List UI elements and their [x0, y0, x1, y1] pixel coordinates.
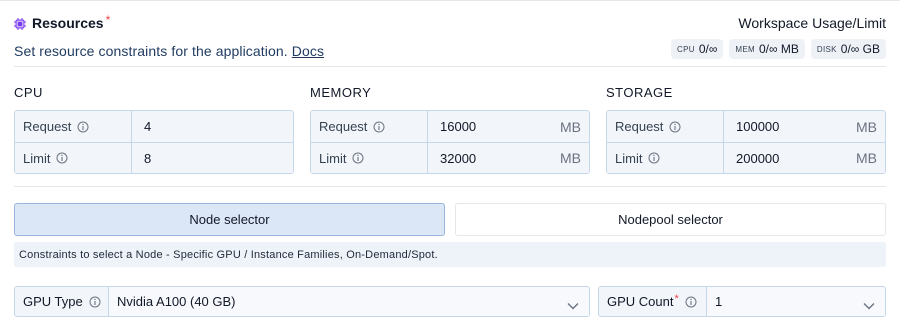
mem-usage-badge: MEM 0/∞ MB — [729, 39, 805, 59]
memory-request-input[interactable]: 16000 MB — [428, 111, 589, 142]
usage-title: Workspace Usage/Limit — [738, 15, 886, 31]
memory-title: MEMORY — [310, 85, 372, 100]
tab-node-selector[interactable]: Node selector — [14, 203, 445, 236]
info-icon[interactable] — [56, 152, 68, 164]
memory-box: Request 16000 MB Limit 32000 MB — [310, 110, 590, 174]
gpu-count-value: 1 — [715, 294, 723, 309]
storage-limit-input[interactable]: 200000 MB — [724, 143, 885, 173]
chevron-down-icon[interactable] — [567, 298, 579, 309]
gpu-type-value-cell[interactable]: Nvidia A100 (40 GB) — [109, 287, 589, 316]
cpu-usage-badge: CPU 0/∞ — [671, 39, 724, 59]
usage-badges: CPU 0/∞ MEM 0/∞ MB DISK 0/∞ GB — [671, 39, 886, 59]
storage-limit-unit: MB — [856, 150, 877, 166]
cpu-limit-input[interactable]: 8 — [132, 143, 293, 173]
storage-title: STORAGE — [606, 85, 673, 100]
memory-limit-row: Limit 32000 MB — [311, 142, 589, 173]
badge-label: MEM — [735, 44, 755, 54]
section-header: Resources * Set resource constraints for… — [14, 13, 324, 59]
cpu-limit-value: 8 — [144, 150, 152, 166]
memory-group: MEMORY Request 16000 MB Limit 32000 MB — [310, 85, 590, 174]
cpu-request-value: 4 — [144, 119, 152, 134]
request-label-cell: Request — [15, 111, 132, 142]
required-marker: * — [674, 292, 679, 305]
request-label: Request — [615, 119, 664, 134]
resources-panel: Resources * Set resource constraints for… — [0, 0, 900, 322]
storage-request-unit: MB — [856, 118, 877, 135]
badge-value: 0/∞ GB — [840, 42, 880, 56]
limit-label: Limit — [23, 150, 51, 166]
workspace-usage: Workspace Usage/Limit CPU 0/∞ MEM 0/∞ MB… — [671, 15, 886, 59]
storage-limit-row: Limit 200000 MB — [607, 142, 885, 173]
info-icon[interactable] — [373, 121, 385, 133]
resources-divider — [14, 186, 886, 187]
cpu-limit-row: Limit 8 — [15, 142, 293, 173]
memory-request-row: Request 16000 MB — [311, 111, 589, 142]
request-label-cell: Request — [311, 111, 428, 142]
cpu-request-row: Request 4 — [15, 111, 293, 142]
subtitle-text: Set resource constraints for the applica… — [14, 43, 288, 59]
gpu-type-label-cell: GPU Type — [15, 287, 109, 316]
gpu-type-label: GPU Type — [23, 294, 83, 309]
badge-value: 0/∞ — [698, 42, 718, 56]
info-icon[interactable] — [89, 296, 101, 308]
memory-request-value: 16000 — [440, 119, 477, 134]
gpu-type-select[interactable]: GPU Type Nvidia A100 (40 GB) — [14, 286, 590, 317]
limit-label-cell: Limit — [607, 143, 724, 173]
storage-request-input[interactable]: 100000 MB — [724, 111, 885, 142]
disk-usage-badge: DISK 0/∞ GB — [810, 39, 886, 59]
gpu-count-label-cell: GPU Count * — [599, 287, 707, 316]
badge-label: CPU — [677, 44, 695, 54]
limit-label: Limit — [319, 150, 347, 166]
section-subtitle: Set resource constraints for the applica… — [14, 43, 324, 59]
storage-request-value: 100000 — [736, 119, 780, 134]
cpu-box: Request 4 Limit 8 — [14, 110, 294, 174]
memory-limit-unit: MB — [560, 150, 581, 166]
cpu-request-input[interactable]: 4 — [132, 111, 293, 142]
limit-label-cell: Limit — [311, 143, 428, 173]
selector-hint: Constraints to select a Node - Specific … — [14, 242, 886, 267]
cpu-title: CPU — [14, 85, 43, 100]
section-title: Resources — [32, 15, 104, 31]
cpu-group: CPU Request 4 Limit 8 — [14, 85, 294, 174]
gpu-type-value: Nvidia A100 (40 GB) — [117, 294, 236, 309]
storage-box: Request 100000 MB Limit 200000 MB — [606, 110, 886, 174]
storage-group: STORAGE Request 100000 MB Limit 200000 M… — [606, 85, 886, 174]
gpu-count-value-cell[interactable]: 1 — [707, 287, 885, 316]
badge-value: 0/∞ MB — [758, 42, 799, 56]
info-icon[interactable] — [648, 152, 660, 164]
tab-nodepool-selector[interactable]: Nodepool selector — [455, 203, 886, 236]
info-icon[interactable] — [669, 121, 681, 133]
docs-link[interactable]: Docs — [292, 43, 324, 59]
request-label: Request — [23, 119, 72, 134]
required-marker: * — [105, 13, 111, 27]
storage-limit-value: 200000 — [736, 150, 780, 166]
header-divider — [14, 66, 886, 67]
gpu-count-select[interactable]: GPU Count * 1 — [598, 286, 886, 317]
storage-request-row: Request 100000 MB — [607, 111, 885, 142]
memory-request-unit: MB — [560, 118, 581, 135]
info-icon[interactable] — [685, 296, 697, 308]
memory-limit-value: 32000 — [440, 150, 477, 166]
cpu-chip-icon — [14, 17, 26, 30]
info-icon[interactable] — [352, 152, 364, 164]
request-label: Request — [319, 119, 368, 134]
limit-label-cell: Limit — [15, 143, 132, 173]
limit-label: Limit — [615, 150, 643, 166]
request-label-cell: Request — [607, 111, 724, 142]
info-icon[interactable] — [77, 121, 89, 133]
chevron-down-icon[interactable] — [863, 298, 875, 309]
memory-limit-input[interactable]: 32000 MB — [428, 143, 589, 173]
badge-label: DISK — [816, 44, 837, 54]
gpu-count-label: GPU Count — [607, 294, 674, 309]
